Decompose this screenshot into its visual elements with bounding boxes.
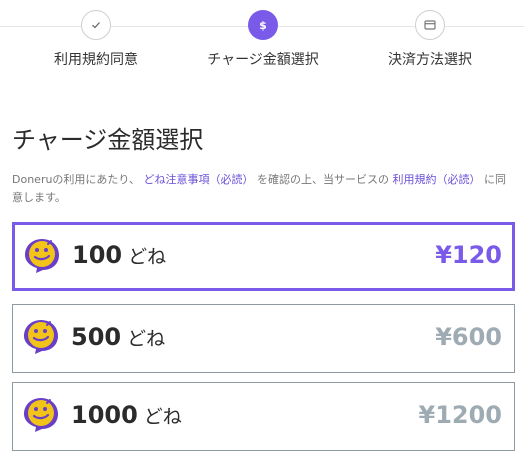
charge-option-1000[interactable]: 1000 どね ¥1200 <box>12 382 515 451</box>
caution-link[interactable]: どね注意事項（必読） <box>144 173 254 186</box>
option-amount: 100 どね <box>72 241 167 269</box>
done-coin-icon <box>24 320 58 354</box>
dollar-icon: $ <box>248 10 278 40</box>
step-payment: 決済方法選択 <box>350 10 510 69</box>
option-unit: どね <box>128 246 167 268</box>
terms-notice: Doneruの利用にあたり、 どね注意事項（必読） を確認の上、当サービスの 利… <box>12 171 512 207</box>
step-terms: 利用規約同意 <box>16 10 176 69</box>
check-icon <box>81 10 111 40</box>
step-label: チャージ金額選択 <box>207 52 319 68</box>
charge-option-100[interactable]: 100 どね ¥120 <box>12 222 515 291</box>
stepper: 利用規約同意 $ チャージ金額選択 決済方法選択 <box>0 0 524 70</box>
option-price: ¥1200 <box>418 401 503 429</box>
step-amount: $ チャージ金額選択 <box>183 10 343 69</box>
notice-text: Doneruの利用にあたり、 <box>12 173 140 186</box>
option-unit: どね <box>127 328 166 350</box>
option-price: ¥120 <box>435 241 502 269</box>
terms-link[interactable]: 利用規約（必読） <box>393 173 481 186</box>
option-unit: どね <box>143 406 182 428</box>
page-title: チャージ金額選択 <box>12 126 204 154</box>
charge-option-500[interactable]: 500 どね ¥600 <box>12 304 515 373</box>
credit-card-icon <box>415 10 445 40</box>
notice-text: を確認の上、当サービスの <box>257 173 389 186</box>
step-label: 決済方法選択 <box>388 52 472 68</box>
option-amount: 1000 どね <box>71 401 182 429</box>
step-label: 利用規約同意 <box>54 52 138 68</box>
done-coin-icon <box>24 398 58 432</box>
done-coin-icon <box>25 239 59 273</box>
option-price: ¥600 <box>435 323 502 351</box>
option-amount: 500 どね <box>71 323 166 351</box>
